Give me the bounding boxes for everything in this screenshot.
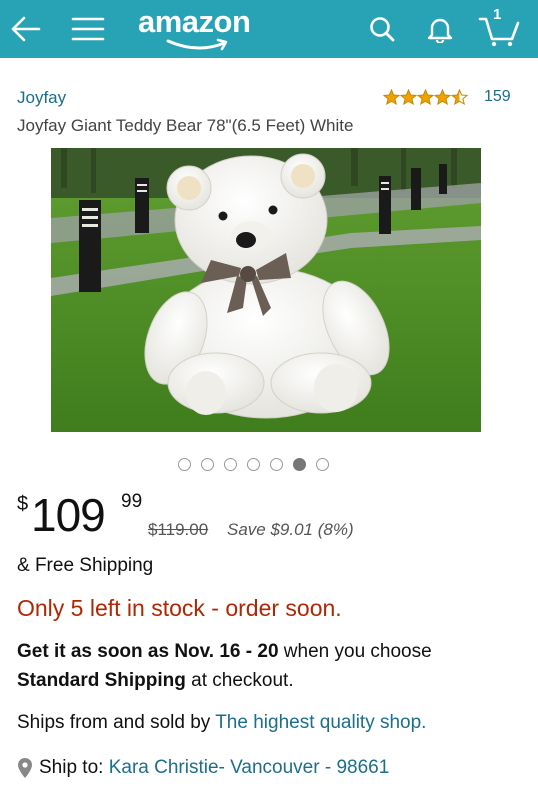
amazon-logo[interactable]: amazon xyxy=(138,4,268,54)
price-fraction: 99 xyxy=(121,491,143,512)
back-arrow-icon[interactable] xyxy=(6,0,46,58)
smile-arrow-icon xyxy=(166,38,228,51)
carousel-dot[interactable] xyxy=(293,458,306,471)
delivery-choose-text: when you choose xyxy=(278,641,432,662)
product-title: Joyfay Giant Teddy Bear 78"(6.5 Feet) Wh… xyxy=(17,116,354,135)
cart-count-badge: 1 xyxy=(493,6,502,23)
ship-to-address[interactable]: Kara Christie- Vancouver - 98661 xyxy=(109,757,390,779)
carousel-dot[interactable] xyxy=(224,458,237,471)
star-icon xyxy=(434,89,451,105)
carousel-dot[interactable] xyxy=(316,458,329,471)
star-icon xyxy=(383,89,400,105)
ship-to[interactable]: Ship to: Kara Christie- Vancouver - 9866… xyxy=(17,757,389,779)
seller-info: Ships from and sold by The highest quali… xyxy=(17,712,426,734)
ship-to-label: Ship to: xyxy=(39,757,104,778)
price-whole: 109 xyxy=(31,489,106,541)
delivery-date: Get it as soon as Nov. 16 - 20 xyxy=(17,641,279,662)
carousel-dot[interactable] xyxy=(247,458,260,471)
at-checkout-text: at checkout. xyxy=(185,670,294,691)
hamburger-menu-icon[interactable] xyxy=(66,0,110,58)
shipping-method: Standard Shipping xyxy=(17,670,186,691)
free-shipping-text: & Free Shipping xyxy=(17,555,154,576)
star-icon xyxy=(451,89,468,105)
product-image[interactable] xyxy=(51,148,481,432)
image-carousel-dots xyxy=(178,458,329,471)
star-icon xyxy=(417,89,434,105)
carousel-dot[interactable] xyxy=(178,458,191,471)
delivery-method: Standard Shipping at checkout. xyxy=(17,670,294,692)
delivery-estimate: Get it as soon as Nov. 16 - 20 when you … xyxy=(17,641,432,663)
search-icon[interactable] xyxy=(360,0,404,58)
location-pin-icon xyxy=(18,758,32,778)
top-navigation-bar: amazon 1 xyxy=(0,0,538,58)
product-rating[interactable]: 159 xyxy=(383,88,511,106)
cart-icon[interactable]: 1 xyxy=(474,0,524,58)
savings-text: Save $9.01 (8%) xyxy=(227,520,354,539)
carousel-dot[interactable] xyxy=(201,458,214,471)
notification-bell-icon[interactable] xyxy=(420,0,460,58)
stock-status: Only 5 left in stock - order soon. xyxy=(17,595,342,621)
brand-link[interactable]: Joyfay xyxy=(17,88,66,108)
rating-stars xyxy=(383,89,468,105)
star-icon xyxy=(400,89,417,105)
carousel-dot[interactable] xyxy=(270,458,283,471)
list-price: $119.00 xyxy=(148,520,209,539)
review-count[interactable]: 159 xyxy=(484,88,511,106)
seller-link[interactable]: The highest quality shop. xyxy=(215,712,426,733)
price-currency-symbol: $ xyxy=(17,493,29,515)
logo-text: amazon xyxy=(138,4,251,39)
seller-prefix: Ships from and sold by xyxy=(17,712,216,733)
